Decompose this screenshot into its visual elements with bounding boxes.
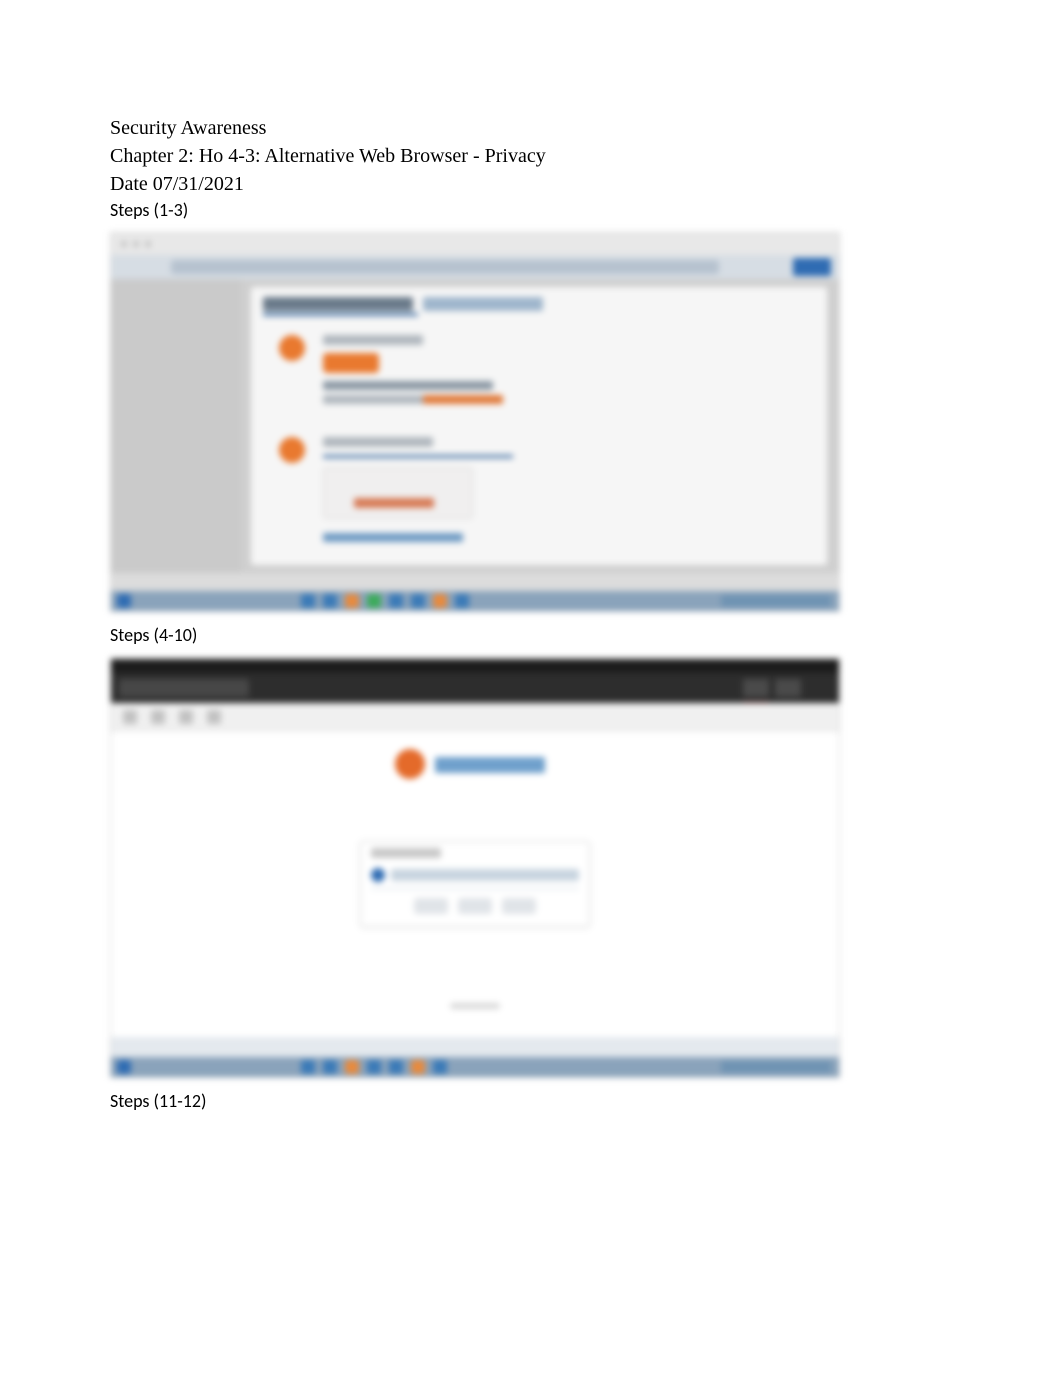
- logo-text: [435, 757, 545, 773]
- maximize-icon: [775, 679, 801, 697]
- steps-label-1: Steps (1-3): [110, 199, 952, 222]
- course-title: Security Awareness: [110, 115, 952, 141]
- url-field: [171, 260, 719, 274]
- search-placeholder: [391, 869, 579, 881]
- start-button-icon: [117, 1060, 131, 1074]
- nav-buttons: [123, 710, 243, 724]
- preview-box: [323, 467, 473, 519]
- home-icon: [207, 710, 221, 724]
- item-link: [423, 395, 503, 404]
- status-bar: [111, 573, 839, 591]
- page-body: [111, 279, 839, 573]
- chapter-title: Chapter 2: Ho 4-3: Alternative Web Brows…: [110, 143, 952, 169]
- speed-dial-tile: [458, 898, 492, 914]
- steps-label-3: Steps (11-12): [110, 1090, 952, 1113]
- taskbar: [111, 1057, 839, 1077]
- tab-strip: [111, 673, 839, 703]
- taskbar-app-icon: [411, 594, 425, 608]
- taskbar-app-icon: [389, 594, 403, 608]
- drag-handle-icon: [450, 1003, 500, 1009]
- download-item-1: [263, 331, 577, 409]
- taskbar-app-icon: [367, 1060, 381, 1074]
- preview-text: [354, 498, 434, 508]
- taskbar-app-icon: [433, 1060, 447, 1074]
- traffic-light-icon: [121, 241, 127, 247]
- tab-underline: [263, 313, 418, 316]
- system-tray: [721, 595, 831, 607]
- taskbar-app-icon: [345, 1060, 359, 1074]
- taskbar-app-icon: [389, 1060, 403, 1074]
- traffic-light-icon: [145, 241, 151, 247]
- search-widget: [360, 841, 590, 927]
- tab-inactive: [423, 297, 543, 311]
- window-top-border: [111, 659, 839, 673]
- taskbar: [111, 591, 839, 611]
- forward-icon: [151, 710, 165, 724]
- screenshot-1: [110, 232, 840, 612]
- item-title: [323, 437, 433, 447]
- taskbar-app-icon: [301, 594, 315, 608]
- item-title: [323, 335, 423, 345]
- browser-logo-icon: [279, 437, 305, 463]
- divider-line: [371, 888, 579, 889]
- browser-logo-icon: [279, 335, 305, 361]
- taskbar-app-icon: [323, 1060, 337, 1074]
- steps-label-2: Steps (4-10): [110, 624, 952, 647]
- speed-dial-tile: [502, 898, 536, 914]
- address-bar: [111, 255, 839, 279]
- search-label: [371, 848, 441, 858]
- taskbar-app-icon: [455, 594, 469, 608]
- taskbar-app-icon: [433, 594, 447, 608]
- taskbar-icons: [301, 1060, 531, 1074]
- browser-tab: [119, 679, 249, 697]
- item-text: [323, 381, 493, 390]
- download-button: [323, 353, 379, 373]
- system-tray: [721, 1061, 831, 1073]
- toolbar: [111, 703, 839, 731]
- taskbar-app-icon: [345, 594, 359, 608]
- browser-logo: [395, 749, 555, 781]
- download-item-2: [263, 433, 577, 563]
- window-controls: [741, 679, 831, 697]
- taskbar-icons: [301, 594, 531, 608]
- tab-active: [263, 297, 413, 311]
- reload-icon: [179, 710, 193, 724]
- page-body: [111, 731, 839, 1037]
- taskbar-app-icon: [301, 1060, 315, 1074]
- taskbar-app-icon: [367, 594, 381, 608]
- window-titlebar: [111, 233, 839, 255]
- status-bar: [111, 1037, 839, 1057]
- divider-line: [323, 455, 513, 458]
- start-button-icon: [117, 594, 131, 608]
- taskbar-app-icon: [411, 1060, 425, 1074]
- speed-dial-tile: [414, 898, 448, 914]
- back-icon: [123, 710, 137, 724]
- taskbar-app-icon: [323, 594, 337, 608]
- screenshot-2: [110, 658, 840, 1078]
- extension-badge: [793, 258, 831, 276]
- traffic-light-icon: [133, 241, 139, 247]
- date-line: Date 07/31/2021: [110, 171, 952, 197]
- search-row: [371, 866, 579, 884]
- search-engine-icon: [371, 868, 385, 882]
- content-panel: [251, 287, 827, 565]
- speed-dial-row: [391, 898, 559, 916]
- sidebar: [111, 279, 241, 573]
- logo-icon: [395, 749, 425, 779]
- minimize-icon: [743, 679, 769, 697]
- item-link: [323, 533, 463, 542]
